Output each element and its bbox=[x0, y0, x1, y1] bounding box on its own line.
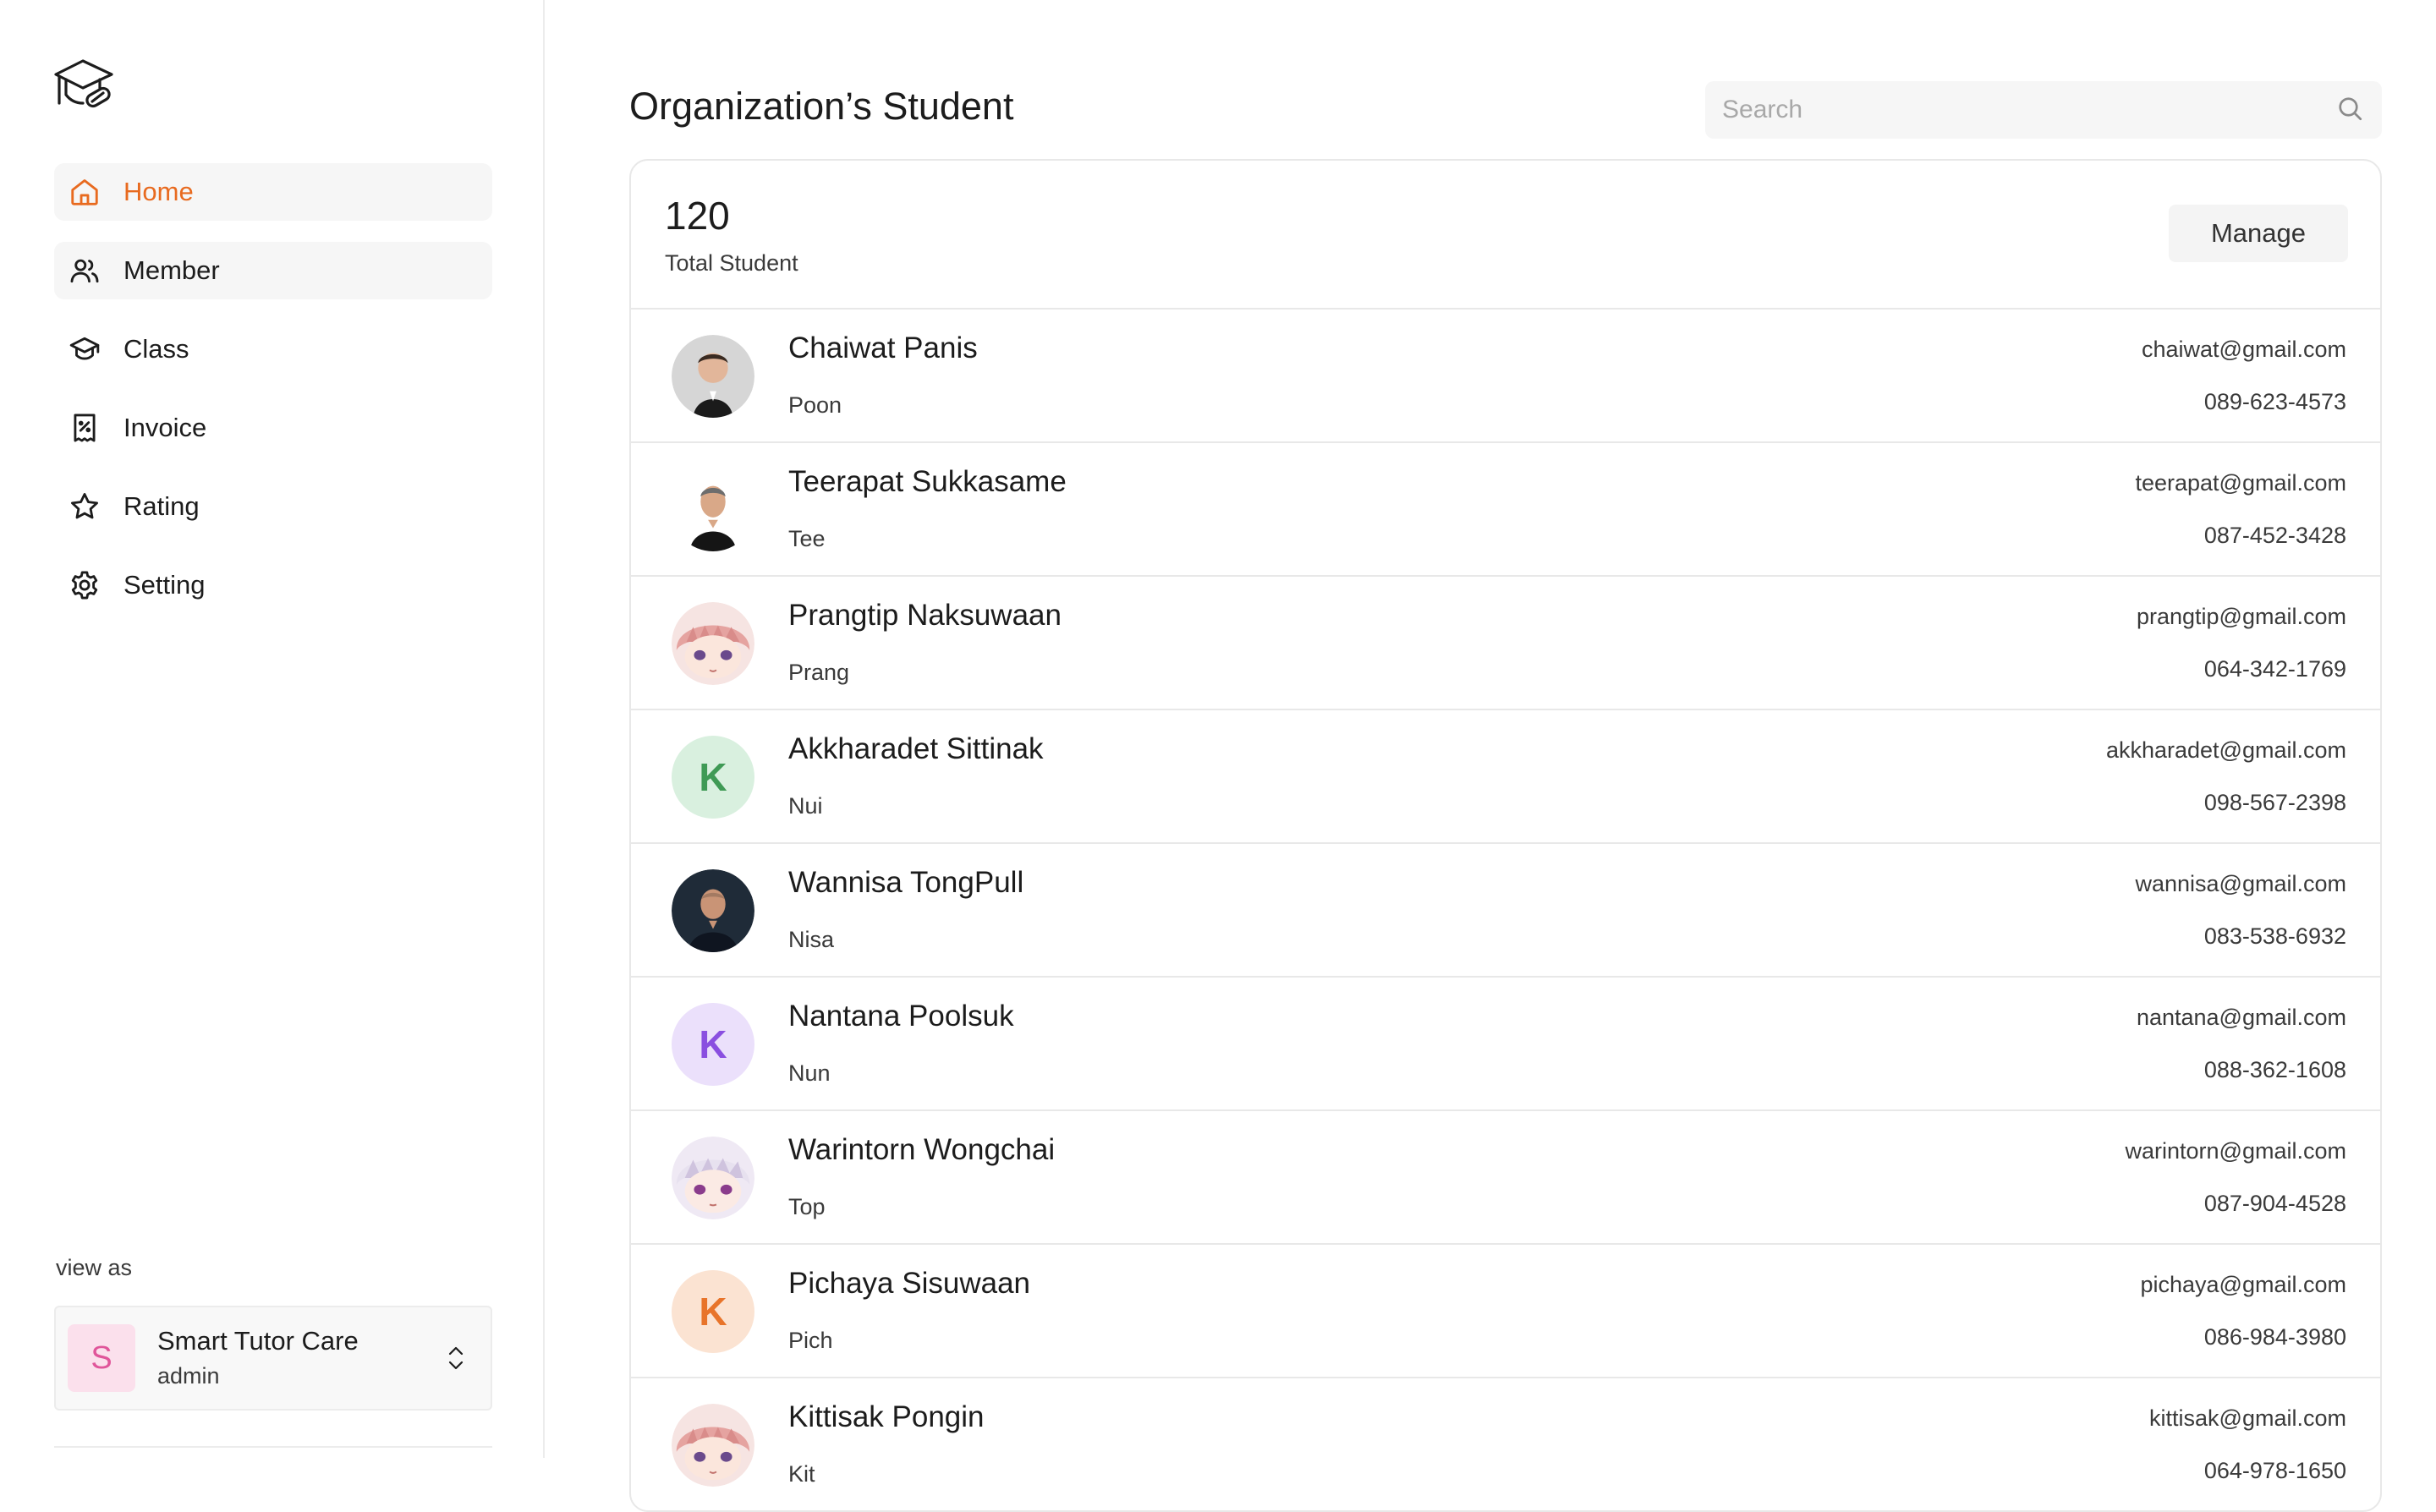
student-avatar bbox=[672, 468, 754, 551]
student-email: warintorn@gmail.com bbox=[2125, 1138, 2346, 1164]
student-nickname: Nun bbox=[788, 1060, 831, 1086]
receipt-icon bbox=[68, 411, 102, 445]
student-name: Warintorn Wongchai bbox=[788, 1133, 1056, 1166]
sidebar: Home Member Class Invoice Rating Setting… bbox=[0, 0, 545, 1458]
graduation-cap-logo-icon[interactable] bbox=[52, 54, 118, 113]
student-nickname: Nisa bbox=[788, 927, 835, 952]
student-phone: 087-904-4528 bbox=[2203, 1191, 2346, 1216]
sidebar-item-label: Invoice bbox=[123, 413, 207, 442]
student-avatar bbox=[672, 869, 754, 952]
sidebar-item-rating[interactable]: Rating bbox=[54, 478, 492, 535]
organization-role: admin bbox=[157, 1363, 220, 1389]
student-row[interactable]: K Pichaya Sisuwaan Pich pichaya@gmail.co… bbox=[631, 1245, 2380, 1378]
student-phone: 064-978-1650 bbox=[2203, 1458, 2346, 1483]
student-email: prangtip@gmail.com bbox=[2136, 604, 2346, 629]
organization-avatar: S bbox=[68, 1324, 135, 1392]
student-name: Pichaya Sisuwaan bbox=[788, 1267, 1030, 1300]
student-avatar: K bbox=[672, 1003, 754, 1086]
student-row[interactable]: Kittisak Pongin Kit kittisak@gmail.com 0… bbox=[631, 1378, 2380, 1510]
sidebar-divider bbox=[54, 1446, 492, 1448]
graduation-cap-icon bbox=[68, 332, 102, 366]
student-avatar bbox=[672, 1404, 754, 1487]
student-name: Wannisa TongPull bbox=[788, 866, 1024, 899]
student-phone: 064-342-1769 bbox=[2203, 656, 2346, 682]
search-bar[interactable] bbox=[1705, 80, 2382, 140]
student-email: wannisa@gmail.com bbox=[2135, 871, 2347, 896]
student-nickname: Nui bbox=[788, 793, 823, 819]
sidebar-item-class[interactable]: Class bbox=[54, 320, 492, 378]
student-email: akkharadet@gmail.com bbox=[2105, 737, 2346, 763]
student-phone: 087-452-3428 bbox=[2203, 523, 2346, 548]
organization-name: Smart Tutor Care bbox=[157, 1326, 359, 1356]
view-as-label: view as bbox=[56, 1255, 133, 1280]
gear-icon bbox=[68, 568, 102, 602]
student-avatar bbox=[672, 335, 754, 418]
home-icon bbox=[68, 175, 102, 209]
student-row[interactable]: K Akkharadet Sittinak Nui akkharadet@gma… bbox=[631, 710, 2380, 844]
student-email: teerapat@gmail.com bbox=[2135, 470, 2346, 496]
student-nickname: Prang bbox=[788, 660, 850, 685]
sidebar-item-label: Home bbox=[123, 177, 194, 206]
organization-info: Smart Tutor Care admin bbox=[157, 1325, 442, 1391]
student-phone: 089-623-4573 bbox=[2203, 389, 2346, 414]
student-avatar bbox=[672, 1137, 754, 1219]
manage-button[interactable]: Manage bbox=[2169, 205, 2348, 262]
student-nickname: Tee bbox=[788, 526, 826, 551]
sidebar-item-label: Member bbox=[123, 255, 220, 285]
sidebar-item-invoice[interactable]: Invoice bbox=[54, 399, 492, 457]
avatar-initial: K bbox=[699, 755, 727, 799]
student-row[interactable]: Warintorn Wongchai Top warintorn@gmail.c… bbox=[631, 1111, 2380, 1245]
sidebar-item-home[interactable]: Home bbox=[54, 163, 492, 221]
chevron-up-down-icon bbox=[442, 1339, 470, 1377]
search-input[interactable] bbox=[1705, 80, 2334, 140]
student-name: Kittisak Pongin bbox=[788, 1400, 985, 1433]
sidebar-nav: Home Member Class Invoice Rating Setting bbox=[54, 163, 492, 635]
sidebar-item-label: Rating bbox=[123, 491, 200, 521]
student-name: Prangtip Naksuwaan bbox=[788, 599, 1062, 632]
student-row[interactable]: K Nantana Poolsuk Nun nantana@gmail.com … bbox=[631, 978, 2380, 1111]
student-phone: 086-984-3980 bbox=[2203, 1324, 2346, 1350]
student-phone: 088-362-1608 bbox=[2203, 1057, 2346, 1082]
student-row[interactable]: Wannisa TongPull Nisa wannisa@gmail.com … bbox=[631, 844, 2380, 978]
student-list-card: 120 Total Student Manage Chaiwat Panis P… bbox=[629, 159, 2382, 1512]
sidebar-item-setting[interactable]: Setting bbox=[54, 556, 492, 614]
student-row[interactable]: Teerapat Sukkasame Tee teerapat@gmail.co… bbox=[631, 443, 2380, 577]
search-icon[interactable] bbox=[2334, 93, 2382, 128]
student-name: Nantana Poolsuk bbox=[788, 1000, 1014, 1033]
student-email: chaiwat@gmail.com bbox=[2142, 337, 2346, 362]
organization-switcher[interactable]: S Smart Tutor Care admin bbox=[54, 1306, 492, 1411]
student-email: kittisak@gmail.com bbox=[2149, 1405, 2346, 1431]
student-avatar: K bbox=[672, 736, 754, 819]
student-avatar: K bbox=[672, 1270, 754, 1353]
student-phone: 083-538-6932 bbox=[2203, 923, 2346, 949]
student-name: Teerapat Sukkasame bbox=[788, 465, 1067, 498]
users-icon bbox=[68, 254, 102, 288]
page-title: Organization’s Student bbox=[629, 85, 1014, 128]
student-row[interactable]: Prangtip Naksuwaan Prang prangtip@gmail.… bbox=[631, 577, 2380, 710]
avatar-initial: K bbox=[699, 1022, 727, 1066]
star-icon bbox=[68, 490, 102, 523]
student-avatar bbox=[672, 602, 754, 685]
total-student-label: Total Student bbox=[665, 250, 798, 276]
total-student-count: 120 bbox=[665, 194, 730, 238]
student-phone: 098-567-2398 bbox=[2203, 790, 2346, 815]
avatar-initial: K bbox=[699, 1290, 727, 1334]
student-nickname: Poon bbox=[788, 392, 842, 418]
student-summary: 120 Total Student Manage bbox=[631, 161, 2380, 310]
student-nickname: Kit bbox=[788, 1461, 815, 1487]
student-name: Akkharadet Sittinak bbox=[788, 732, 1044, 765]
student-row[interactable]: Chaiwat Panis Poon chaiwat@gmail.com 089… bbox=[631, 310, 2380, 443]
student-nickname: Pich bbox=[788, 1328, 833, 1353]
sidebar-item-label: Setting bbox=[123, 570, 206, 600]
student-nickname: Top bbox=[788, 1194, 826, 1219]
sidebar-item-member[interactable]: Member bbox=[54, 242, 492, 299]
student-name: Chaiwat Panis bbox=[788, 331, 978, 364]
sidebar-item-label: Class bbox=[123, 334, 189, 364]
student-email: pichaya@gmail.com bbox=[2140, 1272, 2346, 1297]
student-email: nantana@gmail.com bbox=[2136, 1005, 2346, 1030]
